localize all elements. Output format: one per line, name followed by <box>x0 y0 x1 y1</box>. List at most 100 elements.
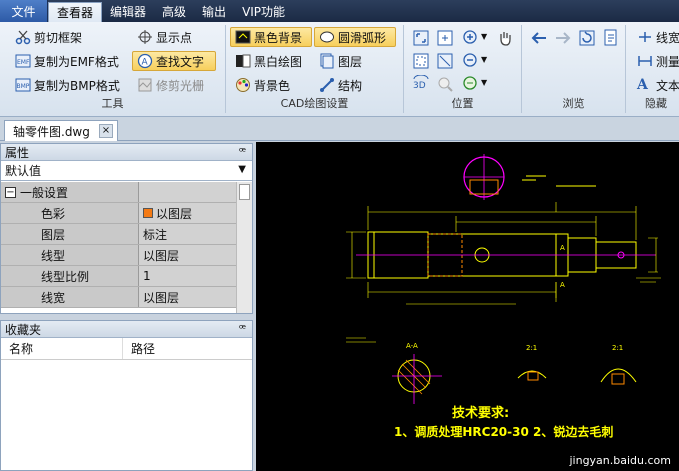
background-color-label: 背景色 <box>254 78 291 93</box>
property-group-general[interactable]: − 一般设置 <box>1 182 236 203</box>
document-tab[interactable]: 轴零件图.dwg × <box>4 120 118 141</box>
text-a-icon: A <box>637 77 648 93</box>
cut-frame-button[interactable]: 剪切框架 <box>10 27 87 47</box>
property-value: 以图层 <box>139 245 236 265</box>
ribbon: 剪切框架 EMF 复制为EMF格式 BMP 复制为BMP格式 显示点 A 查找文… <box>0 22 679 117</box>
pan-hand-icon[interactable] <box>496 29 514 47</box>
zoom-window-icon[interactable] <box>436 52 454 70</box>
menu-file[interactable]: 文件 <box>0 0 48 22</box>
detail-scale-1: 2:1 <box>526 344 537 352</box>
drawing-canvas[interactable]: A A A-A 2:1 2:1 技术要求: 1、调质处理HRC20-30 2、锐… <box>256 142 679 471</box>
layers-button[interactable]: 图层 <box>314 51 367 71</box>
menu-tab-advanced[interactable]: 高级 <box>154 0 194 22</box>
layers-label: 图层 <box>338 54 363 69</box>
property-row-linetype[interactable]: 线型 以图层 <box>1 245 236 266</box>
show-point-label: 显示点 <box>156 30 193 45</box>
properties-panel: 属性 ꟹ 默认值 ▼ − 一般设置 色彩 以图层 图层 标注 线型 以图层 线型… <box>0 143 253 314</box>
group-browse-label: 浏览 <box>562 97 585 110</box>
zoom-out-icon[interactable] <box>462 52 480 70</box>
property-row-linetype-scale[interactable]: 线型比例 1 <box>1 266 236 287</box>
zoom-extents-icon[interactable] <box>412 52 430 70</box>
property-key: 线型比例 <box>1 266 139 286</box>
menu-tab-viewer[interactable]: 查看器 <box>48 2 103 22</box>
property-key: 色彩 <box>1 203 139 223</box>
measure-icon <box>638 56 652 66</box>
pin-icon[interactable]: ꟹ <box>239 145 246 158</box>
favorites-columns: 名称 路径 <box>1 338 252 360</box>
scissors-icon <box>15 30 31 45</box>
pin-icon[interactable]: ꟹ <box>239 322 246 335</box>
trim-raster-icon <box>138 78 152 92</box>
detail-2-arc <box>600 368 637 383</box>
color-swatch <box>143 208 153 218</box>
linewidth-label: 线宽 <box>656 30 679 45</box>
properties-dropdown[interactable]: 默认值 ▼ <box>1 161 252 181</box>
refresh-icon[interactable] <box>578 29 596 47</box>
detail-scale-2: 2:1 <box>612 344 623 352</box>
crosshair-icon <box>138 30 152 44</box>
group-hide: 线宽 测量 A 文本 隐藏 <box>626 25 679 113</box>
show-point-button[interactable]: 显示点 <box>132 27 197 47</box>
open-file-icon[interactable] <box>602 29 620 47</box>
menu-tab-editor[interactable]: 编辑器 <box>102 0 154 22</box>
property-row-layer[interactable]: 图层 标注 <box>1 224 236 245</box>
detail-2-hatch <box>611 373 625 385</box>
fit-window-icon[interactable] <box>412 29 430 47</box>
back-arrow-icon[interactable] <box>530 29 548 47</box>
linewidth-button[interactable]: 线宽 <box>632 27 679 47</box>
properties-title: 属性 <box>5 145 30 160</box>
column-name[interactable]: 名称 <box>1 338 123 359</box>
copy-bmp-button[interactable]: BMP 复制为BMP格式 <box>10 75 125 95</box>
properties-dropdown-value: 默认值 <box>5 164 42 178</box>
svg-text:BMP: BMP <box>17 83 30 90</box>
measure-label: 测量 <box>656 54 679 69</box>
zoom-in-icon[interactable] <box>462 29 480 47</box>
zoom-options-icon[interactable] <box>462 75 480 93</box>
favorites-header: 收藏夹 ꟹ <box>1 321 252 338</box>
forward-arrow-icon[interactable] <box>554 29 572 47</box>
svg-text:A: A <box>142 58 149 68</box>
black-background-button[interactable]: 黑色背景 <box>230 27 312 47</box>
collapse-icon[interactable]: − <box>5 186 16 198</box>
find-text-icon: A <box>137 53 153 69</box>
rotate-3d-icon[interactable]: 3D <box>412 75 430 93</box>
section-mark-a2: A <box>560 281 565 289</box>
property-row-linewidth[interactable]: 线宽 以图层 <box>1 287 236 308</box>
zoom-area-icon[interactable] <box>436 29 454 47</box>
cut-frame-label: 剪切框架 <box>34 30 83 45</box>
trim-raster-button[interactable]: 修剪光栅 <box>132 75 209 95</box>
measure-button[interactable]: 测量 <box>632 51 679 71</box>
chevron-down-icon: ▼ <box>238 164 246 175</box>
zoom-options-dropdown-icon[interactable]: ▼ <box>481 78 487 87</box>
menu-tab-vip[interactable]: VIP功能 <box>234 0 293 22</box>
structure-button[interactable]: 结构 <box>314 75 367 95</box>
find-text-button[interactable]: A 查找文字 <box>132 51 216 71</box>
menu-tab-output[interactable]: 输出 <box>194 0 234 22</box>
trim-raster-label: 修剪光栅 <box>156 78 205 93</box>
group-cad-settings: 黑色背景 黑白绘图 背景色 圆滑弧形 图层 结构 CAD绘图设置 <box>226 25 404 113</box>
column-path[interactable]: 路径 <box>123 338 155 359</box>
property-key: 图层 <box>1 224 139 244</box>
bw-drawing-icon <box>236 54 251 68</box>
background-color-button[interactable]: 背景色 <box>230 75 295 95</box>
zoom-disabled-icon[interactable] <box>436 75 454 93</box>
text-button[interactable]: A 文本 <box>632 75 679 95</box>
structure-icon <box>320 78 334 92</box>
copy-emf-button[interactable]: EMF 复制为EMF格式 <box>10 51 124 71</box>
black-background-icon <box>235 30 251 44</box>
favorites-panel: 收藏夹 ꟹ 名称 路径 <box>0 320 253 471</box>
smooth-arc-button[interactable]: 圆滑弧形 <box>314 27 396 47</box>
arc-icon <box>320 31 334 43</box>
bw-drawing-button[interactable]: 黑白绘图 <box>230 51 307 71</box>
structure-label: 结构 <box>338 78 363 93</box>
property-group-label: 一般设置 <box>20 185 69 200</box>
zoom-out-dropdown-icon[interactable]: ▼ <box>481 55 487 64</box>
left-note-lines <box>346 337 376 343</box>
document-tab-bar: 轴零件图.dwg × <box>0 117 679 141</box>
property-key: 线型 <box>1 245 139 265</box>
properties-scrollbar[interactable] <box>236 182 252 313</box>
close-tab-icon[interactable]: × <box>99 124 113 138</box>
property-row-color[interactable]: 色彩 以图层 <box>1 203 236 224</box>
text-label: 文本 <box>656 78 679 93</box>
zoom-in-dropdown-icon[interactable]: ▼ <box>481 32 487 41</box>
